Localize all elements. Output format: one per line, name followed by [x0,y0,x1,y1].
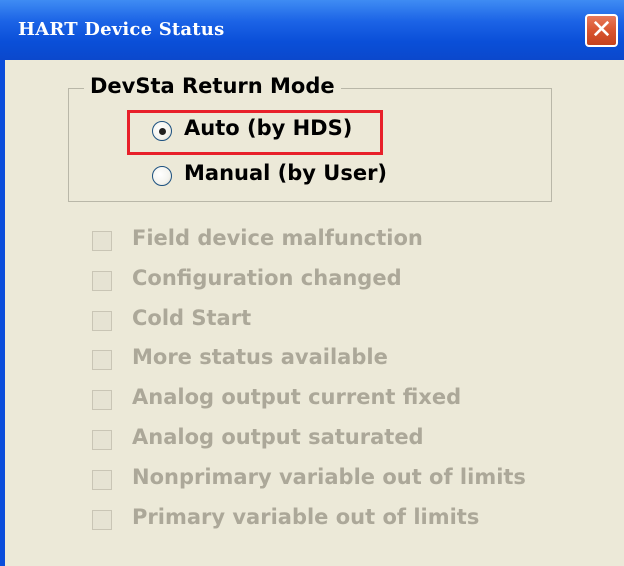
highlight-box [127,110,383,155]
checkbox-label: Configuration changed [132,266,402,290]
title-bar[interactable]: HART Device Status ✕ [0,0,624,60]
checkbox-label: Primary variable out of limits [132,505,480,529]
checkbox-label: Nonprimary variable out of limits [132,465,526,489]
checkbox-box [92,311,112,331]
checkbox-label: Analog output current fixed [132,385,462,409]
close-icon: ✕ [590,15,613,45]
checkbox-box [92,231,112,251]
radio-label-manual[interactable]: Manual (by User) [184,161,387,185]
checkbox-box [92,350,112,370]
checkbox-label: Cold Start [132,306,252,330]
checkbox-box [92,390,112,410]
checkbox-box [92,430,112,450]
close-button[interactable]: ✕ [585,14,618,47]
dialog-window: HART Device Status ✕ DevSta Return Mode … [0,0,624,566]
checkbox-box [92,510,112,530]
checkbox-label: More status available [132,345,388,369]
radio-button-manual[interactable] [152,166,172,186]
checkbox-box [92,470,112,490]
window-title: HART Device Status [18,19,225,40]
return-mode-group-label: DevSta Return Mode [84,74,341,98]
checkbox-label: Analog output saturated [132,425,424,449]
checkbox-box [92,271,112,291]
checkbox-label: Field device malfunction [132,226,423,250]
